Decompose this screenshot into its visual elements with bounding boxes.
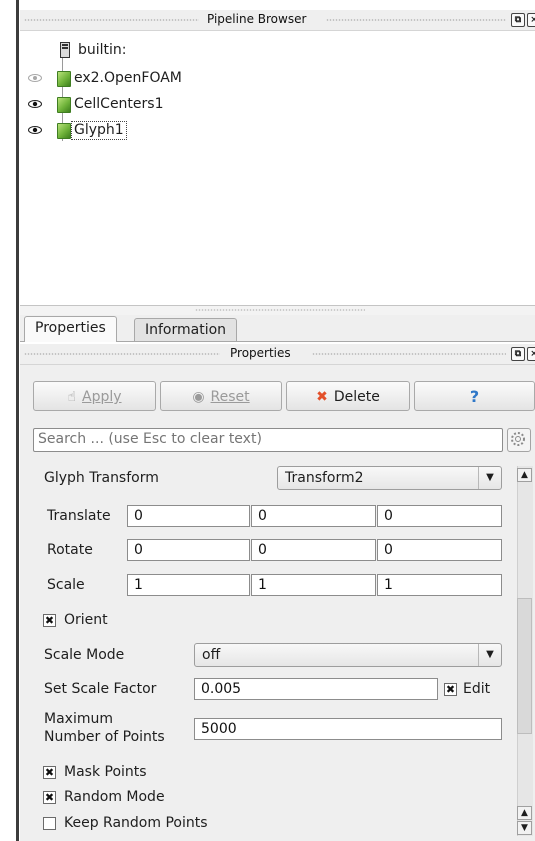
max-points-label-line1: Maximum bbox=[44, 711, 113, 727]
scale-y-input[interactable]: 1 bbox=[251, 574, 376, 596]
keep-random-points-label: Keep Random Points bbox=[64, 815, 208, 831]
properties-titlebar[interactable]: Properties ⧉ × bbox=[20, 344, 535, 365]
scale-mode-label: Scale Mode bbox=[44, 647, 125, 663]
scroll-down-arrow-icon[interactable]: ▼ bbox=[517, 821, 532, 835]
scale-factor-label: Set Scale Factor bbox=[44, 681, 157, 697]
scale-mode-value: off bbox=[202, 647, 221, 663]
reset-button[interactable]: ◉ Reset bbox=[160, 381, 282, 411]
edit-checkbox[interactable]: ✖ bbox=[444, 683, 457, 696]
eye-icon[interactable] bbox=[28, 126, 42, 134]
eye-icon[interactable] bbox=[28, 100, 42, 108]
delete-x-icon: ✖ bbox=[316, 389, 328, 405]
drag-handle-dots bbox=[24, 19, 199, 21]
delete-button[interactable]: ✖ Delete bbox=[286, 381, 410, 411]
drag-handle-dots bbox=[312, 353, 506, 355]
tab-properties[interactable]: Properties bbox=[24, 316, 117, 342]
translate-z-input[interactable]: 0 bbox=[377, 505, 502, 527]
server-icon bbox=[60, 42, 70, 58]
pipeline-tree[interactable]: builtin: ex2.OpenFOAM CellCenters1 Glyph… bbox=[20, 33, 535, 305]
search-field[interactable] bbox=[33, 428, 503, 452]
window-edge bbox=[16, 0, 19, 841]
close-dock-icon[interactable]: × bbox=[527, 13, 535, 27]
max-points-label-line2: Number of Points bbox=[44, 729, 165, 745]
tab-information[interactable]: Information bbox=[134, 318, 238, 341]
gear-icon bbox=[511, 432, 525, 446]
scale-label: Scale bbox=[47, 577, 85, 593]
chevron-down-icon: ▼ bbox=[478, 467, 501, 489]
help-question-icon: ? bbox=[469, 387, 480, 406]
translate-y-input[interactable]: 0 bbox=[251, 505, 376, 527]
eye-icon[interactable] bbox=[28, 74, 42, 82]
tree-item-label: ex2.OpenFOAM bbox=[74, 70, 182, 86]
tab-bar: Properties Information bbox=[20, 315, 535, 342]
apply-label: Apply bbox=[82, 389, 122, 405]
translate-label: Translate bbox=[47, 508, 111, 524]
delete-label: Delete bbox=[333, 389, 380, 405]
properties-title: Properties bbox=[230, 346, 291, 360]
scroll-up-arrow-icon[interactable]: ▲ bbox=[517, 806, 532, 820]
orient-checkbox[interactable]: ✖ bbox=[43, 614, 56, 627]
tree-item-label: builtin: bbox=[78, 42, 127, 58]
help-button[interactable]: ? bbox=[414, 381, 535, 411]
apply-button[interactable]: ☝ Apply bbox=[33, 381, 156, 411]
scale-x-input[interactable]: 1 bbox=[127, 574, 250, 596]
max-points-input[interactable]: 5000 bbox=[194, 718, 502, 740]
pipeline-browser-title: Pipeline Browser bbox=[207, 12, 307, 26]
glyph-transform-label: Glyph Transform bbox=[44, 470, 159, 486]
search-input[interactable] bbox=[34, 429, 502, 449]
gear-button[interactable] bbox=[507, 428, 531, 452]
mask-points-checkbox[interactable]: ✖ bbox=[43, 766, 56, 779]
drag-handle-dots bbox=[24, 353, 220, 355]
glyph-transform-value: Transform2 bbox=[285, 470, 364, 486]
drag-handle-dots bbox=[326, 19, 506, 21]
float-dock-icon[interactable]: ⧉ bbox=[511, 347, 525, 361]
orient-label: Orient bbox=[64, 612, 108, 628]
scroll-up-arrow-icon[interactable]: ▲ bbox=[517, 468, 532, 482]
random-mode-label: Random Mode bbox=[64, 789, 165, 805]
chevron-down-icon: ▼ bbox=[478, 644, 501, 666]
scale-z-input[interactable]: 1 bbox=[377, 574, 502, 596]
rotate-z-input[interactable]: 0 bbox=[377, 539, 502, 561]
glyph-transform-dropdown[interactable]: Transform2 ▼ bbox=[277, 466, 502, 490]
cube-icon bbox=[57, 71, 71, 87]
scrollbar-thumb[interactable] bbox=[517, 598, 532, 734]
mask-points-label: Mask Points bbox=[64, 764, 147, 780]
rotate-x-input[interactable]: 0 bbox=[127, 539, 250, 561]
cube-icon bbox=[57, 97, 71, 113]
scale-mode-dropdown[interactable]: off ▼ bbox=[194, 643, 502, 667]
tree-item-label: Glyph1 bbox=[71, 121, 127, 140]
tree-item-label: CellCenters1 bbox=[74, 96, 164, 112]
float-dock-icon[interactable]: ⧉ bbox=[511, 13, 525, 27]
reset-label: Reset bbox=[210, 389, 250, 405]
cube-icon bbox=[57, 123, 71, 139]
keep-random-points-checkbox[interactable] bbox=[43, 817, 56, 830]
reset-icon: ◉ bbox=[192, 389, 205, 405]
random-mode-checkbox[interactable]: ✖ bbox=[43, 791, 56, 804]
rotate-y-input[interactable]: 0 bbox=[251, 539, 376, 561]
scale-factor-input[interactable]: 0.005 bbox=[194, 678, 438, 700]
rotate-label: Rotate bbox=[47, 542, 93, 558]
apply-icon: ☝ bbox=[67, 389, 76, 405]
pipeline-browser-titlebar[interactable]: Pipeline Browser ⧉ × bbox=[20, 10, 535, 31]
close-dock-icon[interactable]: × bbox=[527, 347, 535, 361]
edit-label: Edit bbox=[463, 681, 491, 697]
translate-x-input[interactable]: 0 bbox=[127, 505, 250, 527]
